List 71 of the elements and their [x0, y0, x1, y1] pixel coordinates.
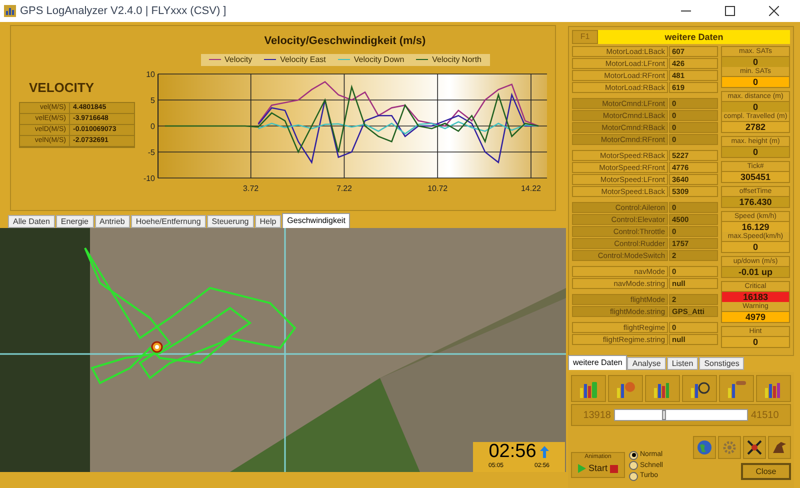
play-icon	[578, 464, 586, 474]
bar-chart-icon	[690, 380, 710, 398]
legend-label: Velocity East	[280, 54, 326, 66]
slider-thumb[interactable]	[662, 410, 666, 420]
close-icon[interactable]	[769, 6, 779, 16]
stat-value: 0	[722, 57, 789, 67]
chart-tool-button[interactable]	[608, 375, 643, 402]
stat-value: 0	[722, 242, 789, 252]
maximize-icon[interactable]	[725, 6, 735, 16]
x-tick-label: 10.72	[428, 184, 448, 192]
chart-tool-button[interactable]	[756, 375, 791, 402]
y-tick-label: -5	[148, 148, 155, 156]
tab[interactable]: Energie	[56, 215, 94, 228]
stat-value: 0	[722, 102, 789, 112]
y-tick-label: 0	[150, 122, 155, 130]
tab[interactable]: Help	[254, 215, 282, 228]
bird-icon	[772, 440, 787, 455]
tab[interactable]: Antrieb	[94, 215, 130, 228]
stat-value: 0	[722, 337, 789, 347]
timer-time: 02:56	[488, 442, 536, 462]
cross-icon	[747, 440, 762, 455]
tab[interactable]: Listen	[666, 357, 698, 370]
stat-value: 0	[722, 147, 789, 157]
stat-value: 0	[722, 77, 789, 87]
stat-value: 16183	[722, 292, 789, 302]
stat-value: 4979	[722, 312, 789, 322]
y-tick-label: 5	[150, 96, 155, 104]
globe-button[interactable]	[693, 436, 716, 459]
y-tick-label: -10	[143, 174, 155, 182]
tab[interactable]: Alle Daten	[8, 215, 55, 228]
tab[interactable]: Sonstiges	[699, 357, 744, 370]
tab[interactable]: Geschwindigkeit	[282, 213, 350, 228]
chart-tool-button[interactable]	[571, 375, 606, 402]
chart-tool-button[interactable]	[645, 375, 680, 402]
stat-value: 2782	[722, 122, 789, 132]
bird-button[interactable]	[768, 436, 791, 459]
panel-title: weitere Daten	[598, 30, 790, 44]
tab[interactable]: weitere Daten	[568, 355, 628, 370]
globe-icon	[697, 440, 712, 455]
x-tick-label: 3.72	[243, 184, 259, 192]
y-tick-label: 10	[146, 70, 155, 78]
range-min: 13918	[582, 408, 611, 422]
delete-button[interactable]	[743, 436, 766, 459]
bar-chart-icon	[616, 380, 636, 398]
stat-value: 176.430	[722, 197, 789, 207]
app-icon	[4, 5, 16, 17]
legend-label: Velocity	[224, 54, 252, 66]
stat-value: 16.129	[722, 222, 789, 232]
x-tick-label: 7.22	[336, 184, 352, 192]
chart-tool-button[interactable]	[682, 375, 717, 402]
bar-chart-icon	[578, 380, 598, 398]
window-title: GPS LogAnalyzer V2.4.0 | FLYxxx (CSV) ]	[20, 4, 226, 19]
bar-chart-icon	[726, 380, 746, 398]
legend-label: Velocity Down	[354, 54, 404, 66]
close-button[interactable]: Close	[741, 463, 791, 480]
panel-heading: VELOCITY	[28, 79, 96, 97]
legend-label: Velocity North	[432, 54, 482, 66]
tab[interactable]: Analyse	[627, 357, 666, 370]
chart-title: Velocity/Geschwindigkeit (m/s)	[264, 34, 426, 49]
stop-icon	[610, 464, 618, 473]
chart-tool-button[interactable]	[719, 375, 754, 402]
stat-value: 305451	[722, 172, 789, 182]
range-max: 41510	[751, 408, 780, 422]
up-arrow-icon	[540, 446, 550, 458]
x-tick-label: 14.22	[520, 184, 541, 192]
stat-value: -0.01 up	[722, 267, 789, 277]
range-slider[interactable]	[614, 409, 748, 421]
tab[interactable]: Steuerung	[206, 215, 254, 228]
drone-marker-icon	[151, 341, 163, 353]
settings-icon	[722, 440, 737, 455]
tab[interactable]: Hoehe/Entfernung	[130, 215, 206, 228]
